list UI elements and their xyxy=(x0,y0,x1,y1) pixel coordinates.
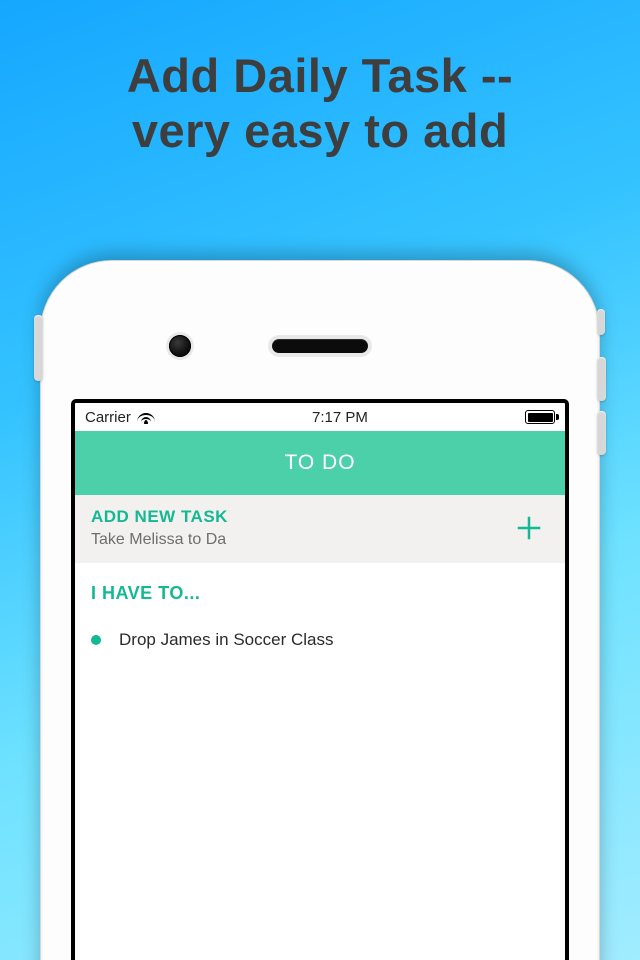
promo-stage: Add Daily Task -- very easy to add Carri… xyxy=(0,0,640,960)
plus-icon xyxy=(514,513,544,543)
status-right xyxy=(525,410,555,424)
status-bar: Carrier 7:17 PM xyxy=(75,403,565,431)
task-list-heading: I HAVE TO... xyxy=(91,583,549,604)
promo-headline-line2: very easy to add xyxy=(0,103,640,158)
status-left: Carrier xyxy=(85,409,155,426)
nav-bar: TO DO xyxy=(75,431,565,495)
phone-speaker xyxy=(272,339,368,353)
phone-front-camera xyxy=(169,335,191,357)
phone-volume-up xyxy=(597,357,606,401)
battery-icon xyxy=(525,410,555,424)
task-list-section: I HAVE TO... Drop James in Soccer Class xyxy=(75,563,565,652)
add-task-section: ADD NEW TASK xyxy=(75,495,565,563)
phone-mockup: Carrier 7:17 PM TO DO ADD NEW TASK xyxy=(40,260,600,960)
carrier-label: Carrier xyxy=(85,409,131,426)
task-row[interactable]: Drop James in Soccer Class xyxy=(91,628,549,652)
task-text: Drop James in Soccer Class xyxy=(119,630,333,650)
wifi-icon xyxy=(137,410,155,424)
promo-headline: Add Daily Task -- very easy to add xyxy=(0,0,640,159)
nav-title: TO DO xyxy=(284,451,355,475)
add-task-label: ADD NEW TASK xyxy=(91,507,509,527)
main-content: ADD NEW TASK I HAVE TO... Drop James in … xyxy=(75,495,565,652)
promo-headline-line1: Add Daily Task -- xyxy=(0,48,640,103)
status-time: 7:17 PM xyxy=(312,409,368,426)
app-screen: Carrier 7:17 PM TO DO ADD NEW TASK xyxy=(71,399,569,960)
phone-volume-down xyxy=(597,411,606,455)
task-bullet-icon xyxy=(91,635,101,645)
add-task-input[interactable] xyxy=(91,531,509,549)
phone-power-button xyxy=(34,315,43,381)
phone-mute-switch xyxy=(597,309,605,335)
add-task-button[interactable] xyxy=(509,508,549,548)
